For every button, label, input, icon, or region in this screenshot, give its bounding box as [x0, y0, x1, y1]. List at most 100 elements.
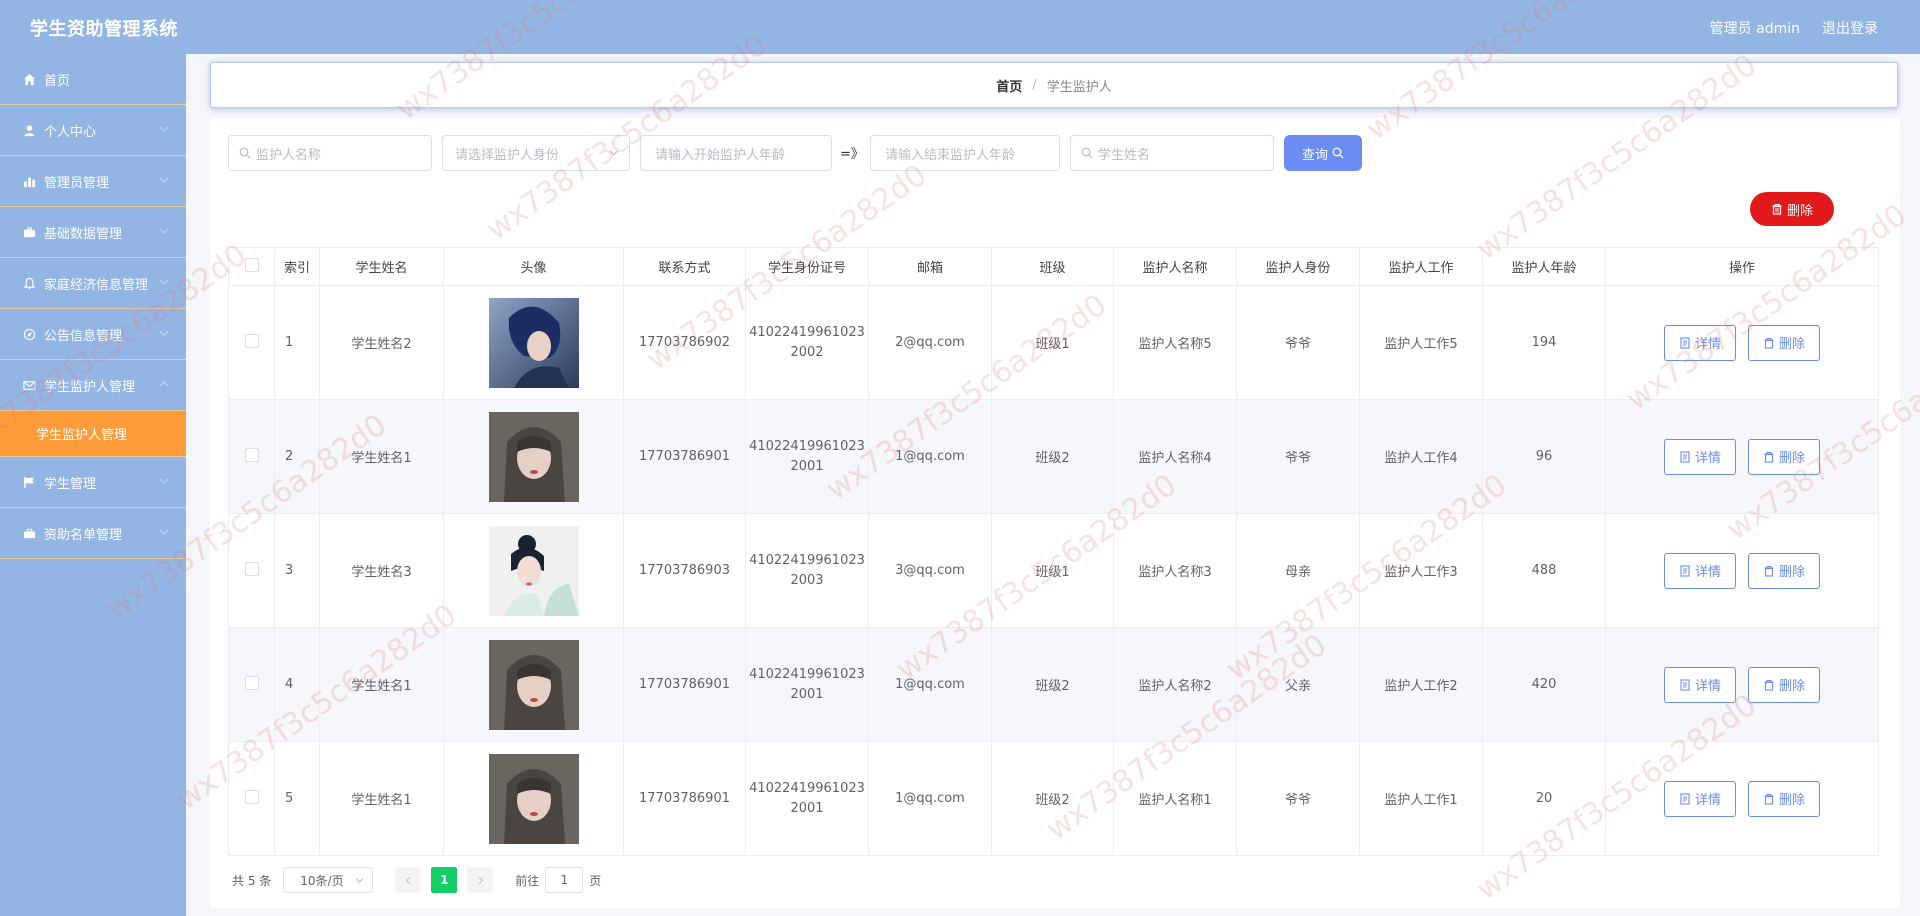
cell-actions: 详情 删除 — [1605, 399, 1879, 514]
cell-avatar — [443, 285, 624, 400]
delete-button[interactable]: 删除 — [1748, 438, 1820, 475]
page-size-select[interactable]: 10条/页 — [283, 867, 374, 893]
cell-guardian-age: 420 — [1482, 627, 1606, 742]
user-label[interactable]: 管理员 admin — [1710, 18, 1800, 38]
delete-button[interactable]: 删除 — [1748, 780, 1820, 817]
search-icon — [239, 147, 251, 159]
sidebar-item-profile[interactable]: 个人中心 — [0, 105, 186, 156]
cell-class: 班级2 — [991, 741, 1114, 856]
sidebar-item-home[interactable]: 首页 — [0, 54, 186, 105]
chevron-down-icon — [159, 177, 169, 183]
detail-button[interactable]: 详情 — [1664, 780, 1736, 817]
cell-guardian-name: 监护人名称5 — [1113, 285, 1237, 400]
page-number-current[interactable]: 1 — [431, 867, 458, 893]
id-card-line2: 2001 — [790, 800, 824, 816]
chevron-down-icon — [610, 150, 618, 156]
age-end-placeholder: 请输入结束监护人年龄 — [885, 147, 1016, 163]
trash-icon — [1764, 679, 1774, 691]
header-email: 邮箱 — [868, 247, 992, 286]
detail-button[interactable]: 详情 — [1664, 324, 1736, 361]
row-checkbox[interactable] — [244, 789, 259, 804]
cell-phone: 17703786902 — [623, 285, 746, 400]
sidebar: 首页 个人中心 管理员管理 基础数据管理 家庭经济信息管理 公告信息管理 学生监… — [0, 54, 186, 916]
delete-label: 删除 — [1778, 679, 1805, 694]
bell-icon — [22, 276, 36, 290]
next-page-button[interactable] — [467, 867, 494, 893]
student-name-input[interactable]: 学生姓名 — [1070, 135, 1274, 171]
mail-icon — [22, 378, 36, 392]
sidebar-item-label: 首页 — [44, 73, 71, 89]
breadcrumb-home[interactable]: 首页 — [996, 76, 1022, 95]
chevron-down-icon — [159, 126, 169, 132]
avatar — [488, 297, 579, 388]
chevron-left-icon — [405, 876, 411, 884]
prev-page-button[interactable] — [395, 867, 422, 893]
logout-link[interactable]: 退出登录 — [1822, 18, 1878, 38]
sidebar-item-guardian[interactable]: 学生监护人管理 — [0, 360, 186, 411]
guardian-identity-placeholder: 请选择监护人身份 — [455, 147, 560, 163]
header-guardian-job: 监护人工作 — [1359, 247, 1483, 286]
delete-button[interactable]: 删除 — [1748, 324, 1820, 361]
cell-actions: 详情 删除 — [1605, 741, 1879, 856]
id-card-line2: 2001 — [790, 458, 824, 474]
suitcase-icon — [22, 526, 36, 540]
age-start-input[interactable]: 请输入开始监护人年龄 — [640, 135, 832, 171]
detail-button[interactable]: 详情 — [1664, 438, 1736, 475]
chevron-right-icon — [478, 876, 483, 884]
cell-index: 3 — [274, 513, 320, 628]
cell-guardian-name: 监护人名称3 — [1113, 513, 1237, 628]
delete-button[interactable]: 删除 — [1748, 666, 1820, 703]
avatar — [488, 639, 579, 730]
header-select-all[interactable] — [228, 247, 275, 286]
row-checkbox[interactable] — [244, 675, 259, 690]
detail-button[interactable]: 详情 — [1664, 552, 1736, 589]
id-card-line1: 41022419961023 — [749, 552, 865, 568]
cell-index: 5 — [274, 741, 320, 856]
search-icon — [1332, 147, 1344, 159]
chevron-down-icon — [159, 330, 169, 336]
sidebar-item-notice[interactable]: 公告信息管理 — [0, 309, 186, 360]
sidebar-item-label: 公告信息管理 — [44, 328, 123, 344]
sidebar-subitem-guardian-manage[interactable]: 学生监护人管理 — [0, 411, 186, 457]
cell-guardian-identity: 父亲 — [1236, 627, 1360, 742]
batch-delete-button[interactable]: 删除 — [1750, 192, 1834, 226]
row-checkbox[interactable] — [244, 561, 259, 576]
search-icon — [1081, 147, 1093, 159]
guardian-identity-select[interactable]: 请选择监护人身份 — [442, 135, 630, 171]
goto-page-input[interactable]: 1 — [545, 867, 584, 893]
avatar — [488, 753, 579, 844]
sidebar-item-family-economy[interactable]: 家庭经济信息管理 — [0, 258, 186, 309]
cell-avatar — [443, 627, 624, 742]
chevron-up-icon — [159, 381, 169, 387]
query-label: 查询 — [1301, 147, 1328, 163]
breadcrumb-current: 学生监护人 — [1046, 79, 1112, 95]
breadcrumb: 首页 / 学生监护人 — [210, 62, 1898, 108]
detail-label: 详情 — [1694, 451, 1721, 466]
id-card-line1: 41022419961023 — [749, 438, 865, 454]
sidebar-item-admin[interactable]: 管理员管理 — [0, 156, 186, 207]
row-checkbox[interactable] — [244, 447, 259, 462]
header-phone: 联系方式 — [623, 247, 746, 286]
cell-avatar — [443, 741, 624, 856]
cell-index: 4 — [274, 627, 320, 742]
row-select-cell — [228, 513, 275, 628]
delete-label: 删除 — [1778, 337, 1805, 352]
delete-label: 删除 — [1778, 565, 1805, 580]
sidebar-item-aid-list[interactable]: 资助名单管理 — [0, 508, 186, 559]
delete-button[interactable]: 删除 — [1748, 552, 1820, 589]
row-select-cell — [228, 285, 275, 400]
sidebar-item-student[interactable]: 学生管理 — [0, 457, 186, 508]
header-guardian-name: 监护人名称 — [1113, 247, 1237, 286]
sidebar-item-basic-data[interactable]: 基础数据管理 — [0, 207, 186, 258]
row-checkbox[interactable] — [244, 333, 259, 348]
compass-icon — [22, 327, 36, 341]
guardian-name-input[interactable]: 监护人名称 — [228, 135, 432, 171]
detail-button[interactable]: 详情 — [1664, 666, 1736, 703]
cell-guardian-age: 20 — [1482, 741, 1606, 856]
age-end-input[interactable]: 请输入结束监护人年龄 — [870, 135, 1060, 171]
select-all-checkbox[interactable] — [244, 257, 259, 272]
cell-phone: 17703786901 — [623, 627, 746, 742]
query-button[interactable]: 查询 — [1284, 135, 1362, 171]
cell-student-name: 学生姓名3 — [319, 513, 444, 628]
row-select-cell — [228, 741, 275, 856]
